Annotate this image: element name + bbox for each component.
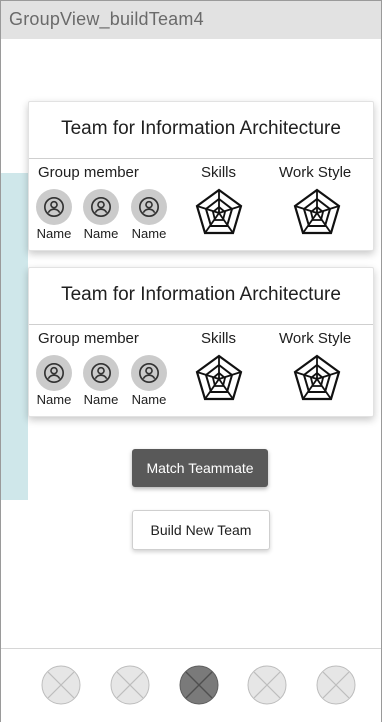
placeholder-icon[interactable]: [41, 665, 81, 705]
divider: [29, 158, 373, 159]
placeholder-icon[interactable]: [110, 665, 150, 705]
work-style-radar-icon: [293, 354, 341, 401]
avatar: [36, 355, 72, 391]
member-name: Name: [83, 392, 119, 407]
avatar: [131, 355, 167, 391]
member-name: Name: [36, 226, 72, 241]
member-name: Name: [131, 392, 167, 407]
work-style-label: Work Style: [279, 330, 352, 347]
member-name: Name: [131, 226, 167, 241]
divider: [29, 324, 373, 325]
user-icon: [139, 363, 159, 383]
screen-title: GroupView_buildTeam4: [9, 9, 204, 29]
user-icon: [44, 363, 64, 383]
member-item[interactable]: Name: [30, 189, 78, 241]
user-icon: [139, 197, 159, 217]
placeholder-icon-selected[interactable]: [179, 665, 219, 705]
skills-label: Skills: [201, 330, 237, 347]
placeholder-icon[interactable]: [247, 665, 287, 705]
avatar: [131, 189, 167, 225]
member-item[interactable]: Name: [77, 355, 125, 407]
team-title: Team for Information Architecture: [61, 118, 341, 139]
skills-radar-icon: [195, 188, 243, 235]
avatar: [83, 189, 119, 225]
member-item[interactable]: Name: [77, 189, 125, 241]
work-style-label: Work Style: [279, 164, 352, 181]
user-icon: [91, 197, 111, 217]
avatar: [83, 355, 119, 391]
build-new-team-button[interactable]: Build New Team: [132, 510, 270, 550]
app-screen: GroupView_buildTeam4 Team for Informatio…: [0, 0, 382, 722]
match-teammate-button[interactable]: Match Teammate: [132, 449, 268, 487]
bottom-nav: [1, 648, 381, 722]
team-title: Team for Information Architecture: [61, 284, 341, 305]
member-name: Name: [36, 392, 72, 407]
member-item[interactable]: Name: [30, 355, 78, 407]
avatar: [36, 189, 72, 225]
skills-radar-icon: [195, 354, 243, 401]
placeholder-icon[interactable]: [316, 665, 356, 705]
member-item[interactable]: Name: [125, 189, 173, 241]
team-card[interactable]: Team for Information Architecture Group …: [28, 101, 374, 251]
title-bar: GroupView_buildTeam4: [1, 1, 381, 39]
team-card[interactable]: Team for Information Architecture Group …: [28, 267, 374, 417]
side-accent-strip: [1, 173, 28, 500]
user-icon: [44, 197, 64, 217]
user-icon: [91, 363, 111, 383]
member-item[interactable]: Name: [125, 355, 173, 407]
skills-label: Skills: [201, 164, 237, 181]
group-member-label: Group member: [38, 164, 139, 181]
work-style-radar-icon: [293, 188, 341, 235]
group-member-label: Group member: [38, 330, 139, 347]
member-name: Name: [83, 226, 119, 241]
